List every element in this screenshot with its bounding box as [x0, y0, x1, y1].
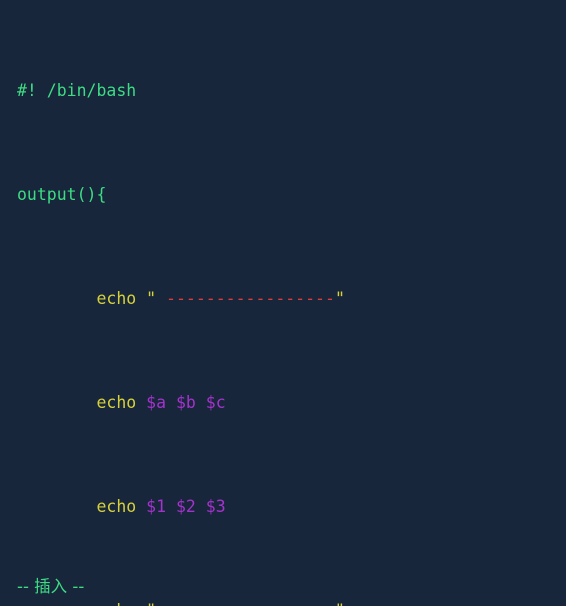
positional-param-3: $3 [205, 497, 226, 516]
function-declaration-output: output(){ [17, 185, 107, 204]
editor-buffer[interactable]: #! /bin/bash output(){ echo " ----------… [17, 0, 454, 606]
quote-close: " [335, 601, 345, 606]
vim-terminal-window[interactable]: #! /bin/bash output(){ echo " ----------… [0, 0, 566, 606]
keyword-echo: echo [96, 289, 137, 308]
code-line-2: output(){ [17, 182, 454, 208]
quote-open: " [146, 601, 156, 606]
keyword-echo: echo [96, 393, 137, 412]
positional-param-2: $2 [175, 497, 196, 516]
quote-open: " [146, 289, 157, 308]
dash-separator: ----------------- [166, 289, 335, 308]
variable-c: $c [205, 393, 226, 412]
code-line-3: echo " -----------------" [17, 286, 454, 312]
positional-param-1: $1 [146, 497, 167, 516]
dash-separator: ------------------ [156, 601, 335, 606]
keyword-echo: echo [96, 497, 137, 516]
variable-b: $b [175, 393, 196, 412]
status-bar-mode: -- 插入 -- [17, 577, 85, 596]
keyword-echo: echo [96, 601, 136, 606]
code-line-5: echo $1 $2 $3 [17, 494, 454, 520]
code-line-1: #! /bin/bash [17, 78, 454, 104]
quote-close: " [334, 289, 345, 308]
space-inner [156, 289, 166, 308]
code-line-4: echo $a $b $c [17, 390, 454, 416]
shebang-text: #! /bin/bash [17, 81, 137, 100]
variable-a: $a [146, 393, 167, 412]
